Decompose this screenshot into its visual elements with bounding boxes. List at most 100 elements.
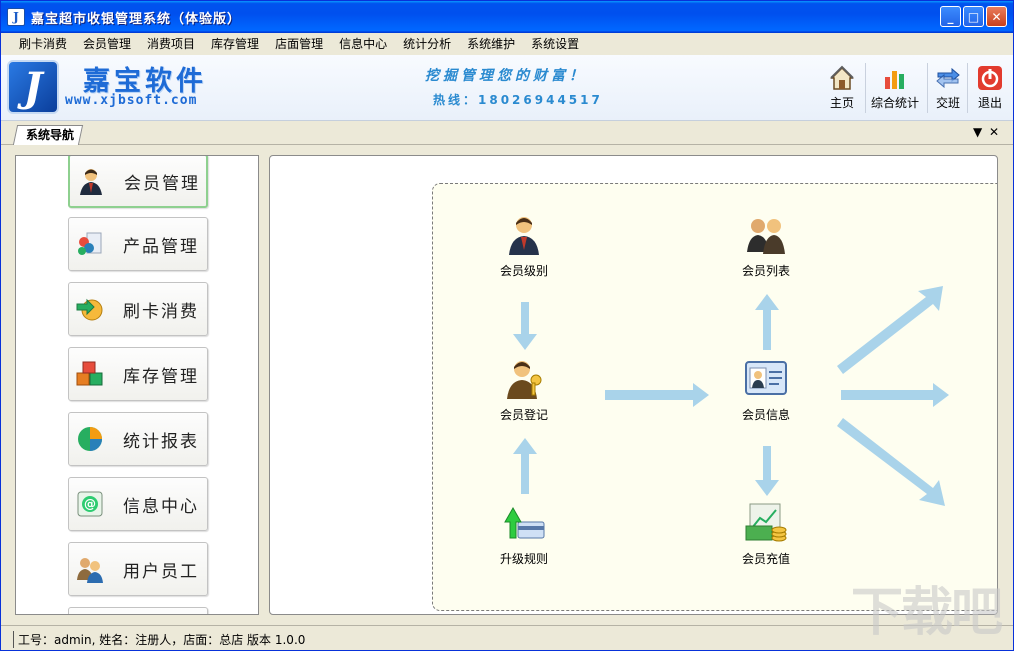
tab-bar: 系统导航 ▼ ✕	[1, 121, 1013, 145]
bar-chart-icon	[885, 71, 904, 89]
nav-info-center[interactable]: @ 信息中心	[68, 477, 208, 531]
power-icon	[978, 66, 1002, 90]
maximize-button[interactable]: □	[963, 6, 984, 27]
member-icon	[80, 169, 102, 195]
arrow-info-to-birthday	[837, 286, 943, 374]
nav-users-staff[interactable]: 用户员工	[68, 542, 208, 596]
flow-node-member-recharge[interactable]: 会员充值	[711, 500, 821, 567]
flow-node-label: 会员登记	[499, 408, 548, 422]
minimize-button[interactable]: _	[940, 6, 961, 27]
brand-url: www.xjbsoft.com	[65, 93, 198, 108]
arrow-info-to-list	[755, 294, 779, 350]
flow-node-birthday[interactable]: 生	[953, 212, 998, 279]
exit-label: 退出	[977, 96, 1002, 110]
menu-inventory[interactable]: 库存管理	[203, 33, 267, 55]
flow-node-label: 升级规则	[499, 552, 548, 566]
member-list-icon	[747, 219, 785, 254]
workflow-panel: 会员级别 会员列表 生	[269, 155, 998, 615]
menu-settings[interactable]: 系统设置	[523, 33, 587, 55]
tab-label: 系统导航	[26, 128, 75, 142]
pie-chart-icon	[78, 427, 102, 451]
nav-product-management[interactable]: 产品管理	[68, 217, 208, 271]
id-card-icon	[745, 361, 787, 395]
upgrade-icon	[504, 506, 545, 539]
shift-button[interactable]: 交班	[935, 65, 961, 111]
menu-card-consume[interactable]: 刷卡消费	[11, 33, 75, 55]
main-window: J 嘉宝超市收银管理系统（体验版） _ □ ✕ 刷卡消费 会员管理 消费项目 库…	[0, 0, 1014, 651]
menu-consume-items[interactable]: 消费项目	[139, 33, 203, 55]
card-icon	[979, 356, 998, 400]
home-button[interactable]: 主页	[829, 65, 855, 111]
exit-button[interactable]: 退出	[977, 65, 1003, 111]
shift-label: 交班	[935, 96, 960, 110]
arrow-level-to-register	[513, 302, 537, 350]
nav-label: 信息中心	[123, 496, 199, 517]
watermark-logo: 下载吧	[850, 583, 1003, 643]
member-workflow-diagram: 会员级别 会员列表 生	[432, 183, 998, 611]
flow-node-label: 会员信息	[741, 408, 790, 422]
menu-bar: 刷卡消费 会员管理 消费项目 库存管理 店面管理 信息中心 统计分析 系统维护 …	[1, 33, 1013, 55]
nav-member-management[interactable]: 会员管理	[68, 156, 208, 208]
menu-statistics[interactable]: 统计分析	[395, 33, 459, 55]
tab-close-icon[interactable]: ✕	[989, 125, 999, 139]
nav-label: 产品管理	[123, 236, 199, 257]
window-title: 嘉宝超市收银管理系统（体验版）	[31, 11, 242, 27]
arrow-upgrade-to-register	[513, 438, 537, 494]
nav-label: 用户员工	[123, 561, 199, 582]
flow-node-member-register[interactable]: 会员登记	[469, 356, 579, 423]
at-sign-icon: @	[77, 491, 103, 517]
tab-dropdown-icon[interactable]: ▼	[973, 125, 982, 139]
nav-statistics-report[interactable]: 统计报表	[68, 412, 208, 466]
nav-inventory[interactable]: 库存管理	[68, 347, 208, 401]
banner: J 嘉宝软件 www.xjbsoft.com 挖掘管理您的财富！ 热线：1802…	[1, 55, 1013, 121]
card-swipe-icon	[76, 298, 103, 321]
flow-node-upgrade-rule[interactable]: 升级规则	[469, 500, 579, 567]
navigation-panel: 会员管理 产品管理 刷卡消费 库存管理 统计报表 @ 信息中心 用户员工	[15, 155, 259, 615]
cake-icon	[979, 212, 998, 256]
flow-node-member-list[interactable]: 会员列表	[711, 212, 821, 279]
flow-node-card[interactable]: 卡	[953, 356, 998, 423]
nav-label: 统计报表	[123, 431, 199, 452]
flow-node-label: 会员充值	[741, 552, 790, 566]
hotline: 热线：18026944517	[433, 93, 603, 107]
app-icon: J	[7, 8, 25, 26]
boxes-icon	[76, 361, 103, 386]
status-bar: 工号：admin, 姓名：注册人，店面：总店 版本 1.0.0 下载吧	[1, 583, 1013, 650]
home-label: 主页	[829, 96, 854, 110]
stats-button[interactable]: 综合统计	[871, 65, 919, 111]
status-text: 工号：admin, 姓名：注册人，店面：总店 版本 1.0.0	[13, 631, 305, 648]
users-icon	[77, 558, 103, 583]
arrow-register-to-info	[605, 383, 709, 407]
swap-arrows-icon	[936, 67, 960, 89]
flow-node-member-info[interactable]: 会员信息	[711, 356, 821, 423]
nav-label: 会员管理	[124, 173, 200, 194]
flow-node-label: 会员列表	[741, 264, 790, 278]
menu-maintenance[interactable]: 系统维护	[459, 33, 523, 55]
flow-node-member-level[interactable]: 会员级别	[469, 212, 579, 279]
nav-label: 库存管理	[123, 366, 199, 387]
folder-icon	[979, 500, 998, 544]
nav-more[interactable]	[68, 607, 208, 614]
slogan: 挖掘管理您的财富！	[425, 68, 587, 84]
flow-node-label: 会员级别	[499, 264, 548, 278]
member-key-icon	[507, 361, 542, 399]
svg-text:@: @	[84, 497, 96, 511]
menu-info-center[interactable]: 信息中心	[331, 33, 395, 55]
tab-system-navigation[interactable]: 系统导航	[12, 125, 84, 145]
arrow-info-to-recharge	[755, 446, 779, 496]
money-chart-icon	[745, 503, 787, 542]
menu-store[interactable]: 店面管理	[267, 33, 331, 55]
arrow-info-to-card	[841, 383, 949, 407]
stats-label: 综合统计	[871, 96, 920, 110]
member-level-icon	[509, 217, 539, 255]
flow-node-issue[interactable]: 发	[953, 500, 998, 567]
close-button[interactable]: ✕	[986, 6, 1007, 27]
arrow-info-to-issue	[837, 418, 945, 506]
menu-member-management[interactable]: 会员管理	[75, 33, 139, 55]
home-icon	[830, 65, 854, 90]
nav-label: 刷卡消费	[123, 301, 199, 322]
brand-logo: J	[7, 60, 59, 114]
nav-card-consume[interactable]: 刷卡消费	[68, 282, 208, 336]
products-icon	[78, 232, 102, 255]
title-bar[interactable]: J 嘉宝超市收银管理系统（体验版） _ □ ✕	[1, 1, 1013, 33]
